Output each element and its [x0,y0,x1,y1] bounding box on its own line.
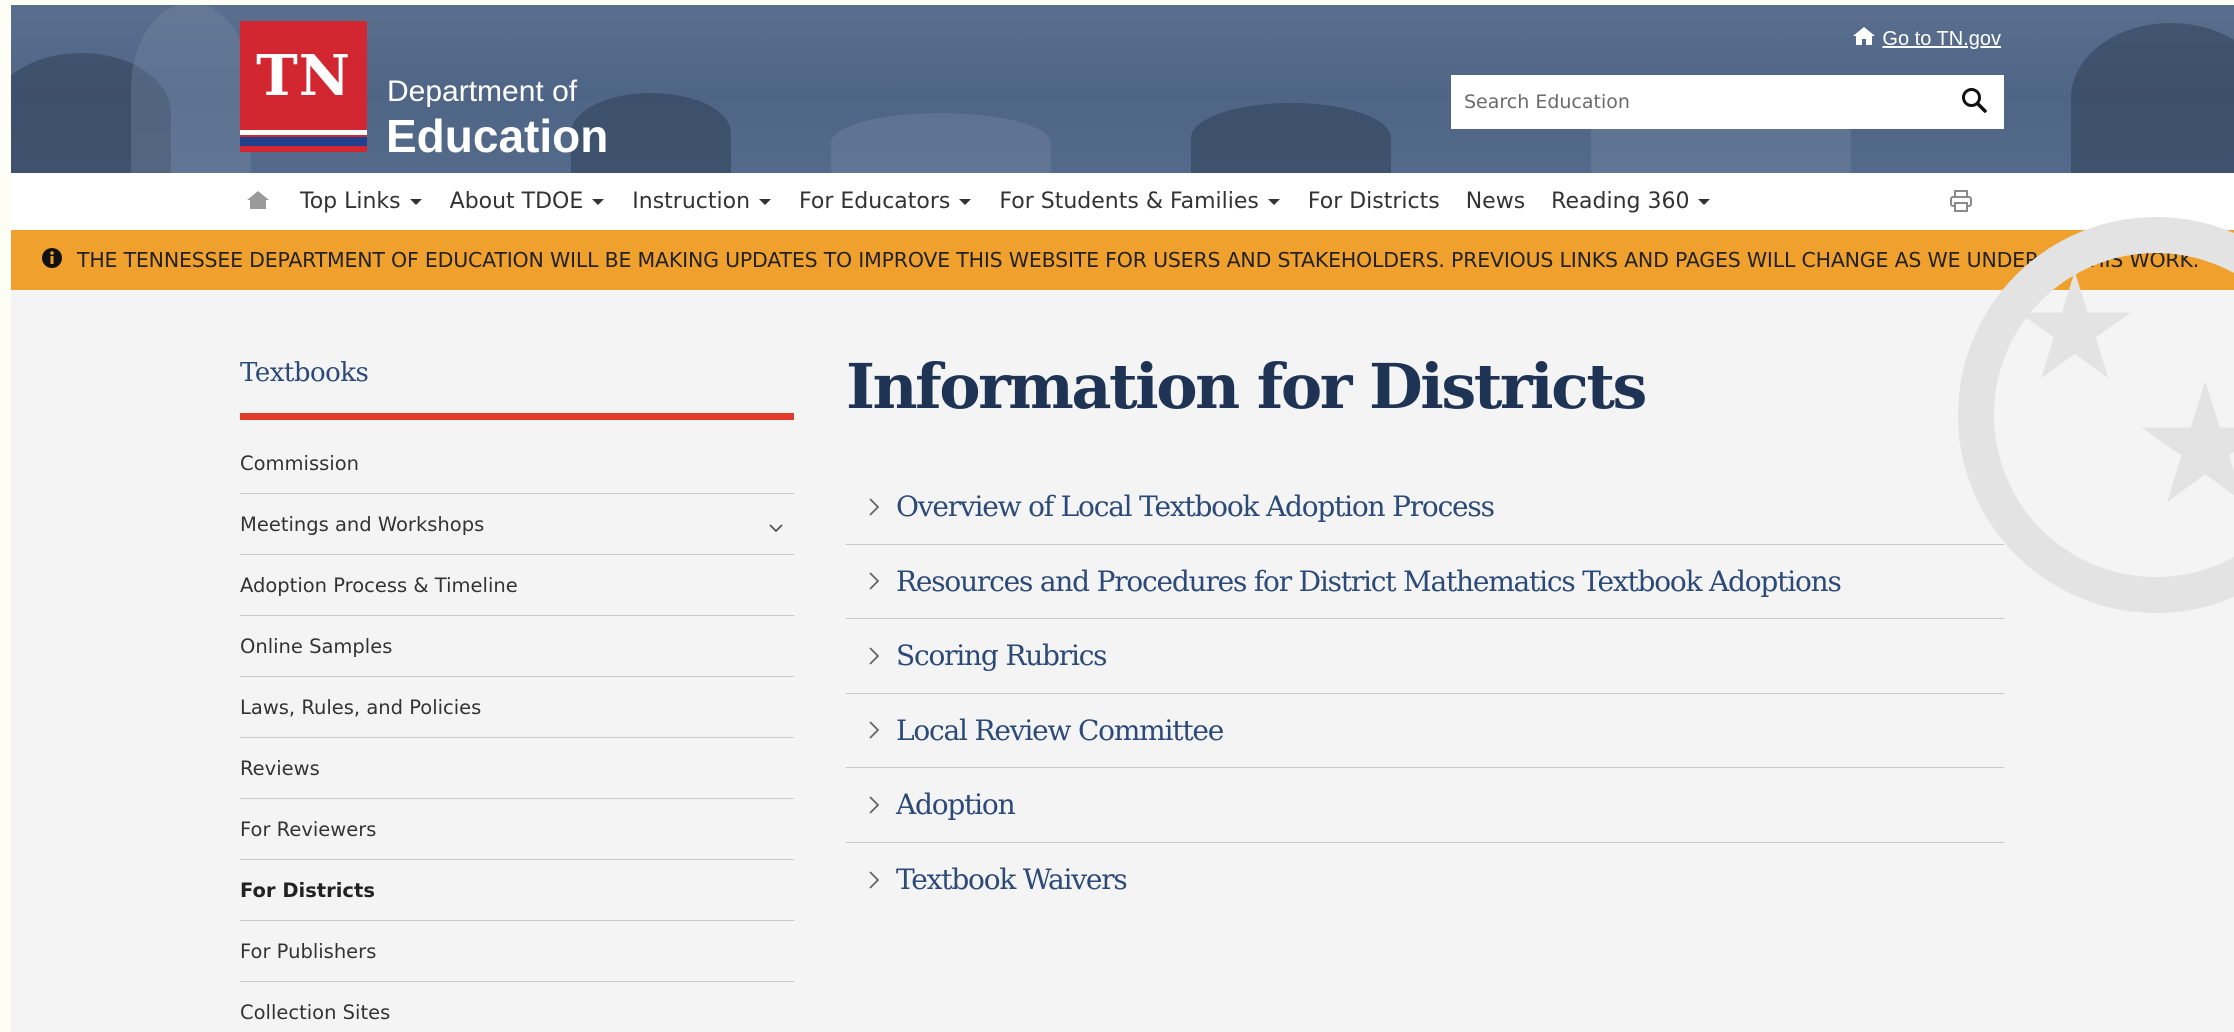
nav-label: About TDOE [449,189,584,214]
caret-down-icon [959,198,972,205]
sidebar-item-label: Adoption Process & Timeline [240,573,518,597]
nav-label: For Students & Families [999,189,1259,214]
accordion-label: Adoption [896,788,1016,822]
tree-silhouette [131,5,251,173]
sidebar-accent-bar [240,413,794,420]
sidebar-item-online-samples[interactable]: Online Samples [240,616,794,677]
caret-down-icon [592,198,605,205]
nav-label: Reading 360 [1551,189,1690,214]
chevron-right-icon [852,646,896,666]
accordion-item-textbook-waivers[interactable]: Textbook Waivers [846,843,2004,918]
accordion-label: Local Review Committee [896,713,1224,747]
nav-label: For Educators [799,189,951,214]
sidebar-nav: Commission Meetings and Workshops Adopti… [240,433,794,1032]
nav-label: News [1465,189,1526,214]
nav-home-link[interactable] [246,189,276,215]
tree-silhouette [1191,103,1391,173]
nav-reading-360[interactable]: Reading 360 [1551,189,1711,214]
site-alert-banner: THE TENNESSEE DEPARTMENT OF EDUCATION WI… [11,230,2234,290]
sidebar-item-label: Laws, Rules, and Policies [240,695,482,719]
accordion-item-math-resources[interactable]: Resources and Procedures for District Ma… [846,545,2004,619]
caret-down-icon [1698,198,1711,205]
nav-about-tdoe[interactable]: About TDOE [450,189,605,214]
sidebar-item-label: For Districts [240,878,375,902]
sidebar-item-reviews[interactable]: Reviews [240,738,794,799]
sidebar-item-label: Reviews [240,756,320,780]
sidebar-item-laws-rules-policies[interactable]: Laws, Rules, and Policies [240,677,794,738]
nav-label: Top Links [300,189,401,214]
go-to-tn-gov-link[interactable]: Go to TN.gov [1852,25,2001,53]
nav-for-students-families[interactable]: For Students & Families [999,189,1280,214]
sidebar-item-label: For Reviewers [240,817,377,841]
search-input[interactable] [1451,75,1944,129]
search-icon [1960,86,1988,118]
accordion-label: Textbook Waivers [896,863,1128,897]
sidebar-item-label: Online Samples [240,634,393,658]
chevron-down-icon[interactable] [768,516,784,539]
sidebar-item-adoption-process-timeline[interactable]: Adoption Process & Timeline [240,555,794,616]
sidebar-item-meetings-and-workshops[interactable]: Meetings and Workshops [240,494,794,555]
page-title: Information for Districts [846,350,1647,423]
caret-down-icon [1267,198,1280,205]
search-button[interactable] [1944,75,2004,129]
home-icon [1852,25,1876,53]
sidebar-item-collection-sites[interactable]: Collection Sites [240,982,794,1032]
nav-instruction[interactable]: Instruction [632,189,772,214]
nav-top-links[interactable]: Top Links [300,189,422,214]
sidebar-title[interactable]: Textbooks [240,358,369,388]
search-box [1451,75,2004,129]
chevron-right-icon [852,571,896,591]
home-icon [246,189,270,215]
go-to-label: Go to TN.gov [1882,27,2001,50]
site-header: TN Department of Education Go to TN.gov [11,5,2234,173]
accordion-item-adoption[interactable]: Adoption [846,768,2004,843]
logo-mark: TN [256,43,351,109]
sidebar-item-commission[interactable]: Commission [240,433,794,494]
logo-education-text: Education [386,110,609,162]
caret-down-icon [409,198,422,205]
nav-for-educators[interactable]: For Educators [799,189,972,214]
logo-department-text: Department of [387,75,578,108]
main-nav: Top Links About TDOE Instruction For Edu… [11,173,2234,230]
nav-label: Instruction [632,189,751,214]
logo-stripes [240,130,367,146]
sidebar-item-label: Commission [240,451,359,475]
accordion-item-scoring-rubrics[interactable]: Scoring Rubrics [846,619,2004,694]
info-icon [41,247,63,273]
tree-silhouette [2071,23,2234,173]
nav-for-districts[interactable]: For Districts [1308,189,1440,214]
chevron-right-icon [852,870,896,890]
accordion-item-overview[interactable]: Overview of Local Textbook Adoption Proc… [846,470,2004,545]
tn-logo: TN [240,21,367,152]
accordion-label: Overview of Local Textbook Adoption Proc… [896,490,1495,524]
accordion-label: Scoring Rubrics [896,639,1108,673]
page: TN Department of Education Go to TN.gov [11,5,2234,1032]
tree-silhouette [831,113,1051,173]
sidebar-item-label: Collection Sites [240,1001,391,1024]
sidebar-item-label: Meetings and Workshops [240,512,485,536]
sidebar-item-for-publishers[interactable]: For Publishers [240,921,794,982]
sidebar-item-for-districts[interactable]: For Districts [240,860,794,921]
accordion-label: Resources and Procedures for District Ma… [896,564,1842,598]
nav-label: For Districts [1307,189,1440,214]
chevron-right-icon [852,720,896,740]
alert-text: THE TENNESSEE DEPARTMENT OF EDUCATION WI… [77,248,2200,272]
chevron-right-icon [852,795,896,815]
accordion-item-local-review-committee[interactable]: Local Review Committee [846,694,2004,768]
sidebar-item-label: For Publishers [240,939,377,963]
accordion: Overview of Local Textbook Adoption Proc… [846,470,2004,917]
sidebar-item-for-reviewers[interactable]: For Reviewers [240,799,794,860]
nav-news[interactable]: News [1466,189,1525,214]
caret-down-icon [759,198,772,205]
chevron-right-icon [852,497,896,517]
